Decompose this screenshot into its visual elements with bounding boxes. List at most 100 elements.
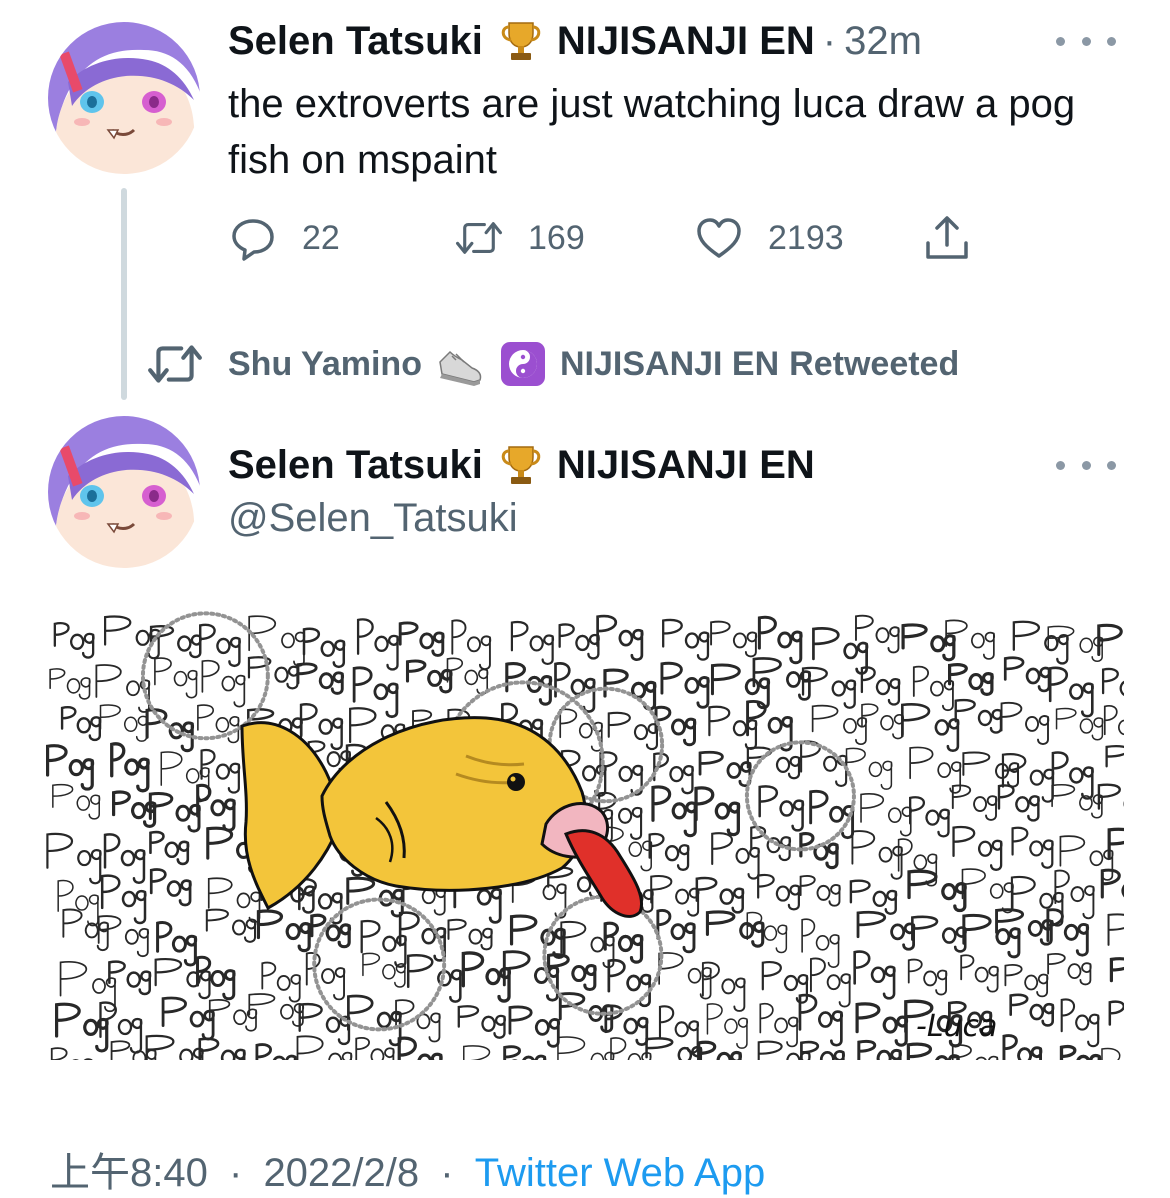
reply-button[interactable]: 22 (228, 210, 340, 266)
tweet-header: Selen Tatsuki NIJISANJI EN · 32m (228, 18, 922, 64)
scribble-stroke (256, 909, 312, 953)
scribble-stroke (296, 662, 345, 695)
more-dots-icon[interactable] (1056, 26, 1116, 56)
scribble-stroke (149, 868, 192, 907)
pog-fish-drawing: -Luca (46, 611, 1124, 1060)
scribble-stroke (849, 879, 898, 915)
scribble-stroke (948, 663, 994, 696)
heart-icon (697, 218, 741, 258)
trophy-icon (499, 19, 543, 63)
author-avatar[interactable] (48, 22, 200, 174)
scribble-stroke (954, 698, 1003, 734)
author-name[interactable]: Selen Tatsuki (228, 19, 483, 64)
scribble-stroke (547, 953, 597, 992)
reply-bubble-icon (232, 219, 274, 261)
retweeted-label: Retweeted (789, 344, 960, 383)
scribble-stroke (1011, 826, 1054, 869)
scribble-stroke (757, 873, 801, 911)
scribble-stroke (298, 1002, 351, 1046)
retweet-count: 169 (528, 218, 585, 257)
scribble-stroke (447, 918, 493, 951)
scribble-stroke (554, 662, 596, 713)
scribble-stroke (149, 830, 190, 866)
scribble-stroke (746, 746, 801, 780)
thread-connector (121, 188, 127, 400)
scribble-stroke (261, 961, 301, 1003)
scribble-stroke (907, 958, 948, 996)
scribble-stroke (53, 622, 95, 659)
author-avatar[interactable] (48, 416, 200, 568)
author-org: NIJISANJI EN (556, 442, 815, 487)
scribble-stroke (405, 659, 453, 694)
scribble-stroke (395, 999, 441, 1043)
scribble-stroke (1047, 953, 1092, 986)
scribble-stroke (312, 897, 447, 1032)
tweet-source[interactable]: Twitter Web App (475, 1151, 766, 1195)
trophy-icon (499, 443, 543, 487)
scribble-stroke (1009, 993, 1055, 1027)
scribble-stroke (860, 793, 912, 837)
retweeter-name[interactable]: Shu Yamino (228, 345, 422, 384)
like-count: 2193 (768, 218, 844, 257)
scribble-stroke (205, 908, 257, 943)
scribble-stroke (603, 921, 644, 964)
scribble-stroke (362, 952, 406, 988)
author-handle[interactable]: @Selen_Tatsuki (228, 496, 518, 541)
scribble-stroke (901, 703, 960, 753)
scribble-stroke (656, 909, 696, 954)
scribble-stroke (861, 703, 905, 740)
share-icon (926, 216, 968, 259)
scribble-stroke (757, 615, 803, 665)
scribble-stroke (1101, 667, 1124, 696)
scribble-stroke (651, 785, 698, 838)
scribble-stroke (710, 620, 758, 658)
tweet-date[interactable]: 2022/2/8 (263, 1151, 419, 1195)
separator-dot: · (822, 18, 837, 63)
scribble-stroke (960, 954, 999, 993)
tweet-image[interactable]: -Luca (46, 596, 1124, 1060)
scribble-stroke (662, 618, 710, 661)
scribble-stroke (199, 623, 241, 668)
like-button[interactable]: 2193 (694, 210, 844, 266)
scribble-stroke (46, 832, 102, 885)
scribble-stroke (951, 1044, 999, 1060)
tweet-meta: 上午8:40 · 2022/2/8 · Twitter Web App (50, 1140, 765, 1198)
scribble-stroke (296, 1035, 353, 1060)
scribble-stroke (1097, 783, 1124, 810)
scribble-stroke (648, 832, 690, 871)
scribble-stroke (853, 950, 896, 1000)
scribble-stroke (305, 952, 346, 1001)
scribble-stroke (1109, 957, 1124, 983)
tweet-timestamp[interactable]: 上午8:40 (50, 1151, 208, 1195)
retweet-button[interactable]: 169 (454, 210, 585, 266)
scribble-stroke (1055, 707, 1104, 741)
scribble-stroke (694, 786, 741, 837)
scribble-stroke (610, 1037, 652, 1060)
scribble-stroke (855, 1002, 909, 1047)
more-dots-icon[interactable] (1056, 450, 1116, 480)
scribble-stroke (557, 1036, 615, 1060)
scribble-stroke (207, 877, 261, 923)
tweet-time[interactable]: 32m (844, 19, 922, 64)
scribble-stroke (596, 614, 644, 662)
author-org: NIJISANJI EN (556, 18, 815, 63)
separator-dot: · (228, 1151, 243, 1195)
scribble-stroke (461, 951, 511, 1003)
yin-yang-icon (500, 342, 545, 386)
scribble-stroke (607, 711, 659, 751)
scribble-stroke (812, 627, 869, 675)
scribble-stroke (911, 915, 967, 953)
scribble-stroke (1107, 913, 1124, 946)
scribble-stroke (347, 994, 402, 1047)
scribble-stroke (52, 783, 101, 820)
scribble-stroke (1002, 1034, 1043, 1060)
scribble-stroke (809, 789, 855, 840)
scribble-stroke (912, 665, 955, 712)
reply-count: 22 (302, 218, 340, 257)
share-button[interactable] (922, 210, 996, 266)
scribble-stroke (1003, 656, 1051, 693)
scribble-stroke (857, 1039, 902, 1060)
scribble-stroke (510, 620, 555, 666)
separator-dot: · (440, 1151, 454, 1195)
author-name[interactable]: Selen Tatsuki (228, 443, 483, 488)
